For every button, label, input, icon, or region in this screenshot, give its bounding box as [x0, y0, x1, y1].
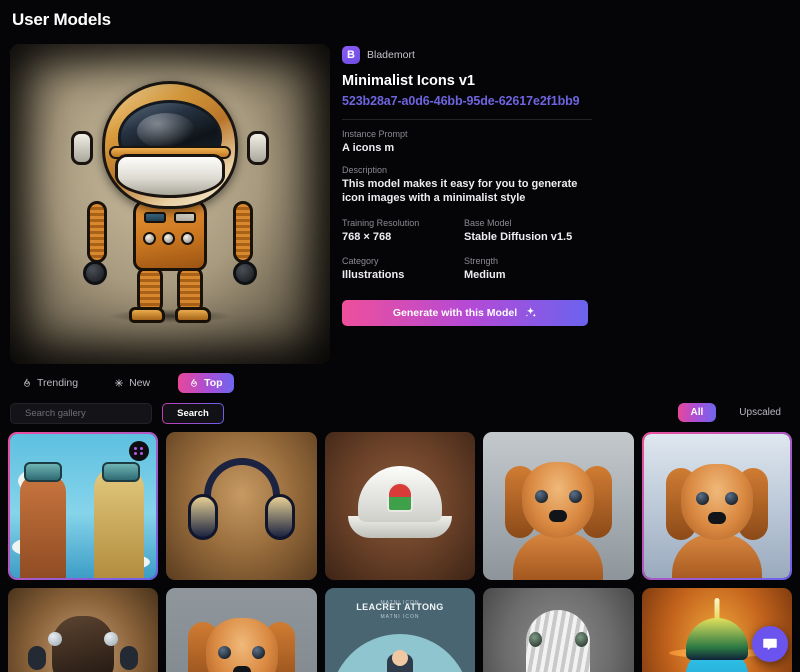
- tile-artwork: [324, 432, 476, 580]
- tile-artwork: [643, 434, 790, 578]
- category-field: Category Illustrations: [342, 256, 464, 283]
- tab-trending[interactable]: Trending: [14, 373, 86, 393]
- model-name: Minimalist Icons v1: [342, 73, 475, 89]
- infographic-subtitle: MATNI ICON: [380, 614, 420, 620]
- image-gallery: MATNI ICON LEACRET ATTONG MATNI ICON: [8, 432, 792, 672]
- training-resolution-label: Training Resolution: [342, 217, 420, 228]
- gallery-tile-white-cap-icon-art[interactable]: [324, 432, 476, 580]
- model-author[interactable]: B Blademort: [342, 46, 592, 64]
- flame-icon: [24, 378, 30, 387]
- search-input[interactable]: [25, 408, 157, 419]
- astronaut-illustration: [71, 79, 269, 329]
- model-id[interactable]: 523b28a7-a0d6-46bb-95de-62617e2f1bb9: [342, 94, 592, 108]
- instance-prompt-field: Instance Prompt A icons m: [342, 129, 592, 156]
- tab-new[interactable]: New: [106, 373, 158, 393]
- sparkles-icon: [525, 307, 537, 318]
- tile-artwork: MATNI ICON LEACRET ATTONG MATNI ICON: [324, 588, 476, 672]
- description-value: This model makes it easy for you to gene…: [342, 177, 578, 205]
- gallery-tile-tan-puppy-portrait[interactable]: [166, 588, 317, 672]
- gallery-tile-headphones-icon-art[interactable]: [166, 432, 317, 580]
- author-name: Blademort: [367, 49, 415, 61]
- tile-artwork: [483, 432, 634, 580]
- user-models-page: User Models B Blademort Minimalist Icons…: [0, 0, 800, 672]
- page-title: User Models: [12, 10, 111, 29]
- gallery-tile-business-infographic[interactable]: MATNI ICON LEACRET ATTONG MATNI ICON: [324, 588, 476, 672]
- chat-widget-button[interactable]: [752, 626, 788, 662]
- base-model-field: Base Model Stable Diffusion v1.5: [464, 218, 572, 245]
- base-model-label: Base Model: [464, 217, 512, 228]
- model-specs-row-2: Category Illustrations Strength Medium: [342, 256, 592, 283]
- gallery-tile-white-ghost-figure[interactable]: [483, 588, 634, 672]
- strength-label: Strength: [464, 256, 499, 267]
- gallery-sort-tabs: Trending New Top: [14, 373, 234, 393]
- sparkle-icon: [114, 378, 124, 388]
- tab-trending-label: Trending: [37, 377, 79, 389]
- model-details-panel: B Blademort Minimalist Icons v1 523b28a7…: [342, 46, 592, 326]
- base-model-value: Stable Diffusion v1.5: [464, 230, 573, 243]
- tile-artwork: [166, 588, 317, 672]
- filter-upscaled[interactable]: Upscaled: [730, 403, 790, 422]
- gallery-search-row: Search: [10, 403, 224, 424]
- training-resolution-value: 768 × 768: [342, 230, 392, 243]
- model-specs-row-1: Training Resolution 768 × 768 Base Model…: [342, 218, 592, 245]
- avatar: B: [342, 46, 360, 64]
- generate-button-label: Generate with this Model: [392, 306, 518, 319]
- category-label: Category: [342, 256, 379, 267]
- strength-field: Strength Medium: [464, 256, 506, 283]
- instance-prompt-value: A icons m: [342, 142, 395, 154]
- instance-prompt-label: Instance Prompt: [342, 129, 408, 139]
- gallery-tile-dark-robot-head[interactable]: [8, 588, 159, 672]
- divider: [342, 119, 592, 120]
- description-label: Description: [342, 164, 388, 175]
- tile-artwork: [483, 588, 634, 672]
- filter-all[interactable]: All: [677, 403, 717, 422]
- description-field: Description This model makes it easy for…: [342, 165, 592, 206]
- chat-bubble-icon: [763, 638, 777, 650]
- gallery-type-filters: All Upscaled: [677, 403, 790, 422]
- search-button[interactable]: Search: [162, 403, 224, 424]
- model-preview-image[interactable]: [10, 44, 330, 364]
- tile-artwork: [8, 588, 159, 672]
- category-value: Illustrations: [342, 269, 405, 282]
- gallery-tile-spaniel-dog-portrait[interactable]: [642, 432, 792, 580]
- tile-artwork: [166, 432, 317, 580]
- infographic-title: LEACRET ATTONG: [356, 602, 444, 612]
- gallery-tile-vr-anime-couple[interactable]: [8, 432, 158, 580]
- tab-new-label: New: [129, 377, 151, 389]
- tab-top-label: Top: [204, 377, 223, 389]
- search-box[interactable]: [10, 403, 157, 424]
- tab-top[interactable]: Top: [178, 373, 234, 393]
- strength-value: Medium: [464, 269, 506, 282]
- flame-icon: [191, 378, 197, 387]
- search-button-label: Search: [163, 404, 223, 423]
- training-resolution-field: Training Resolution 768 × 768: [342, 218, 464, 245]
- gallery-tile-golden-dog-portrait[interactable]: [483, 432, 634, 580]
- generate-with-model-button[interactable]: Generate with this Model: [342, 299, 588, 326]
